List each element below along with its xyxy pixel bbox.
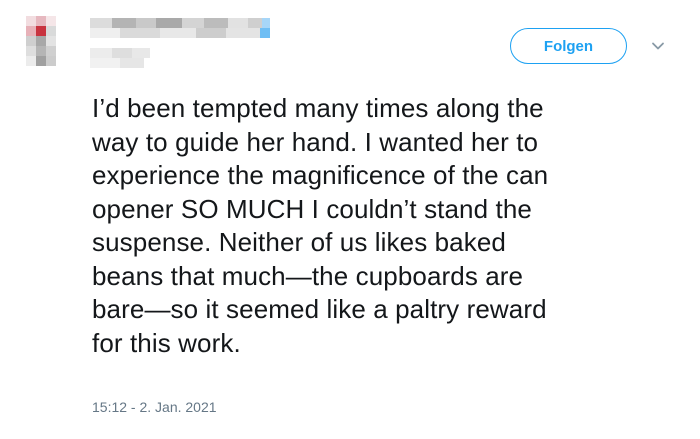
author-name-censored[interactable] [90, 18, 290, 70]
tweet-text: I’d been tempted many times along the wa… [92, 92, 682, 360]
tweet-text-line: bare—so it seemed like a paltry reward [92, 294, 547, 324]
follow-button-label: Folgen [543, 37, 594, 55]
tweet-text-line: suspense. Neither of us likes baked [92, 227, 506, 257]
follow-button[interactable]: Folgen [510, 28, 627, 64]
tweet-text-line: opener SO MUCH I couldn’t stand the [92, 193, 532, 224]
tweet-text-line: I’d been tempted many times along the [92, 93, 544, 123]
tweet-text-line: way to guide her hand. I wanted her to [92, 126, 539, 157]
avatar[interactable] [26, 16, 66, 72]
chevron-down-icon[interactable] [650, 38, 666, 54]
tweet-text-line: for this work. [92, 327, 241, 358]
tweet-card: Folgen I’d been tempted many times along… [0, 0, 700, 439]
chevron-down-icon-svg [652, 42, 664, 50]
tweet-text-line: beans that much—the cupboards are [92, 260, 524, 291]
tweet-text-line: experience the magnificence of the can [92, 160, 549, 190]
tweet-timestamp[interactable]: 15:12 - 2. Jan. 2021 [92, 399, 217, 415]
